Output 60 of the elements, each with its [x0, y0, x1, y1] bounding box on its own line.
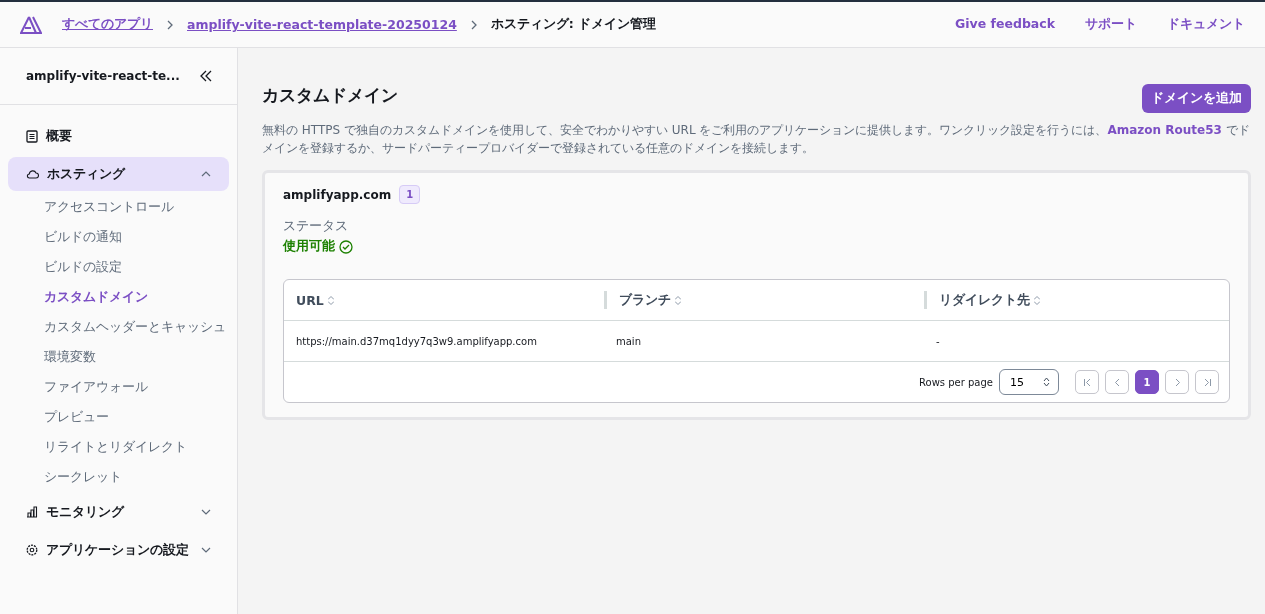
double-chevron-left-icon [199, 70, 213, 82]
nav-subitem[interactable]: 環境変数 [8, 343, 96, 373]
nav-subitem[interactable]: カスタムドメイン [8, 283, 148, 313]
current-page-label: ホスティング: ドメイン管理 [490, 16, 657, 33]
nav-item[interactable]: モニタリング [8, 495, 229, 529]
nav-item[interactable]: アプリケーションの設定 [8, 533, 229, 567]
nav-subitem[interactable]: プレビュー [8, 403, 109, 433]
header-link[interactable]: サポート [1085, 16, 1137, 33]
breadcrumb-link[interactable]: amplify-vite-react-template-20250124 [187, 17, 457, 32]
settings-icon [26, 544, 38, 556]
nav-subitem[interactable]: シークレット [8, 463, 122, 493]
next-page-button[interactable] [1165, 370, 1189, 394]
nav-subitem[interactable]: ファイアウォール [8, 373, 148, 403]
logo-icon [20, 15, 42, 34]
header-link[interactable]: Give feedback [955, 16, 1055, 33]
chevron-down-icon [201, 545, 211, 555]
sort-icon [1034, 295, 1040, 305]
document-icon [26, 129, 38, 143]
last-page-icon [1202, 377, 1212, 387]
rows-per-page-select[interactable]: 15 [999, 369, 1059, 395]
nav-subitem[interactable]: ビルドの通知 [8, 223, 122, 253]
domain-name: amplifyapp.com [283, 187, 392, 202]
table-cell-text: - [935, 335, 941, 347]
add-domain-button[interactable]: ドメインを追加 [1142, 84, 1251, 113]
first-page-button[interactable] [1075, 370, 1099, 394]
check-circle-icon [339, 239, 353, 254]
nav-item[interactable]: 概要 [8, 119, 229, 153]
nav-subitem[interactable]: ビルドの設定 [8, 253, 122, 283]
route53-link[interactable]: Amazon Route53 [1107, 123, 1222, 137]
status-label: ステータス [283, 218, 349, 235]
sort-icon [675, 295, 681, 305]
first-page-icon [1082, 377, 1092, 387]
count-badge: 1 [399, 185, 421, 204]
column-header[interactable]: URL [284, 291, 604, 309]
column-header[interactable]: ブランチ [604, 291, 924, 309]
header-link[interactable]: ドキュメント [1167, 16, 1245, 33]
previous-page-button[interactable] [1105, 370, 1129, 394]
app-name: amplify-vite-react-te... [26, 69, 180, 83]
last-page-button[interactable] [1195, 370, 1219, 394]
chevron-up-icon [201, 169, 211, 179]
page-button[interactable]: 1 [1135, 370, 1159, 394]
column-header[interactable]: リダイレクト先 [924, 291, 1229, 309]
chevron-left-icon [1112, 377, 1122, 387]
cloud-icon [26, 169, 39, 179]
nav-subitem[interactable]: アクセスコントロール [8, 193, 174, 223]
chevron-right-icon [165, 19, 175, 30]
status-text: 使用可能 [283, 238, 335, 255]
sort-icon [1043, 377, 1050, 387]
page-title: カスタムドメイン [262, 84, 398, 107]
breadcrumb-link[interactable]: すべてのアプリ [62, 16, 153, 33]
table-cell-text: https://main.d37mq1dyy7q3w9.amplifyapp.com [295, 335, 538, 347]
table-cell-text: main [615, 335, 642, 347]
rows-per-page-label: Rows per page [919, 376, 993, 388]
page-description: 無料の HTTPS で独自のカスタムドメインを使用して、安全でわかりやすい URL をご利用のアプリケーションに提供します。ワンクリック設定を行うには、Amazon Route53 でドメインを登録するか、サードパーティープロバイダーで登録されている任意のドメインを接続します。 [262, 122, 1251, 157]
bar-chart-icon [26, 506, 38, 518]
nav-subitem[interactable]: カスタムヘッダーとキャッシュ [8, 313, 226, 343]
chevron-down-icon [201, 507, 211, 517]
sort-icon [327, 295, 334, 305]
nav-item[interactable]: ホスティング [8, 157, 229, 191]
nav-subitem[interactable]: リライトとリダイレクト [8, 433, 187, 463]
